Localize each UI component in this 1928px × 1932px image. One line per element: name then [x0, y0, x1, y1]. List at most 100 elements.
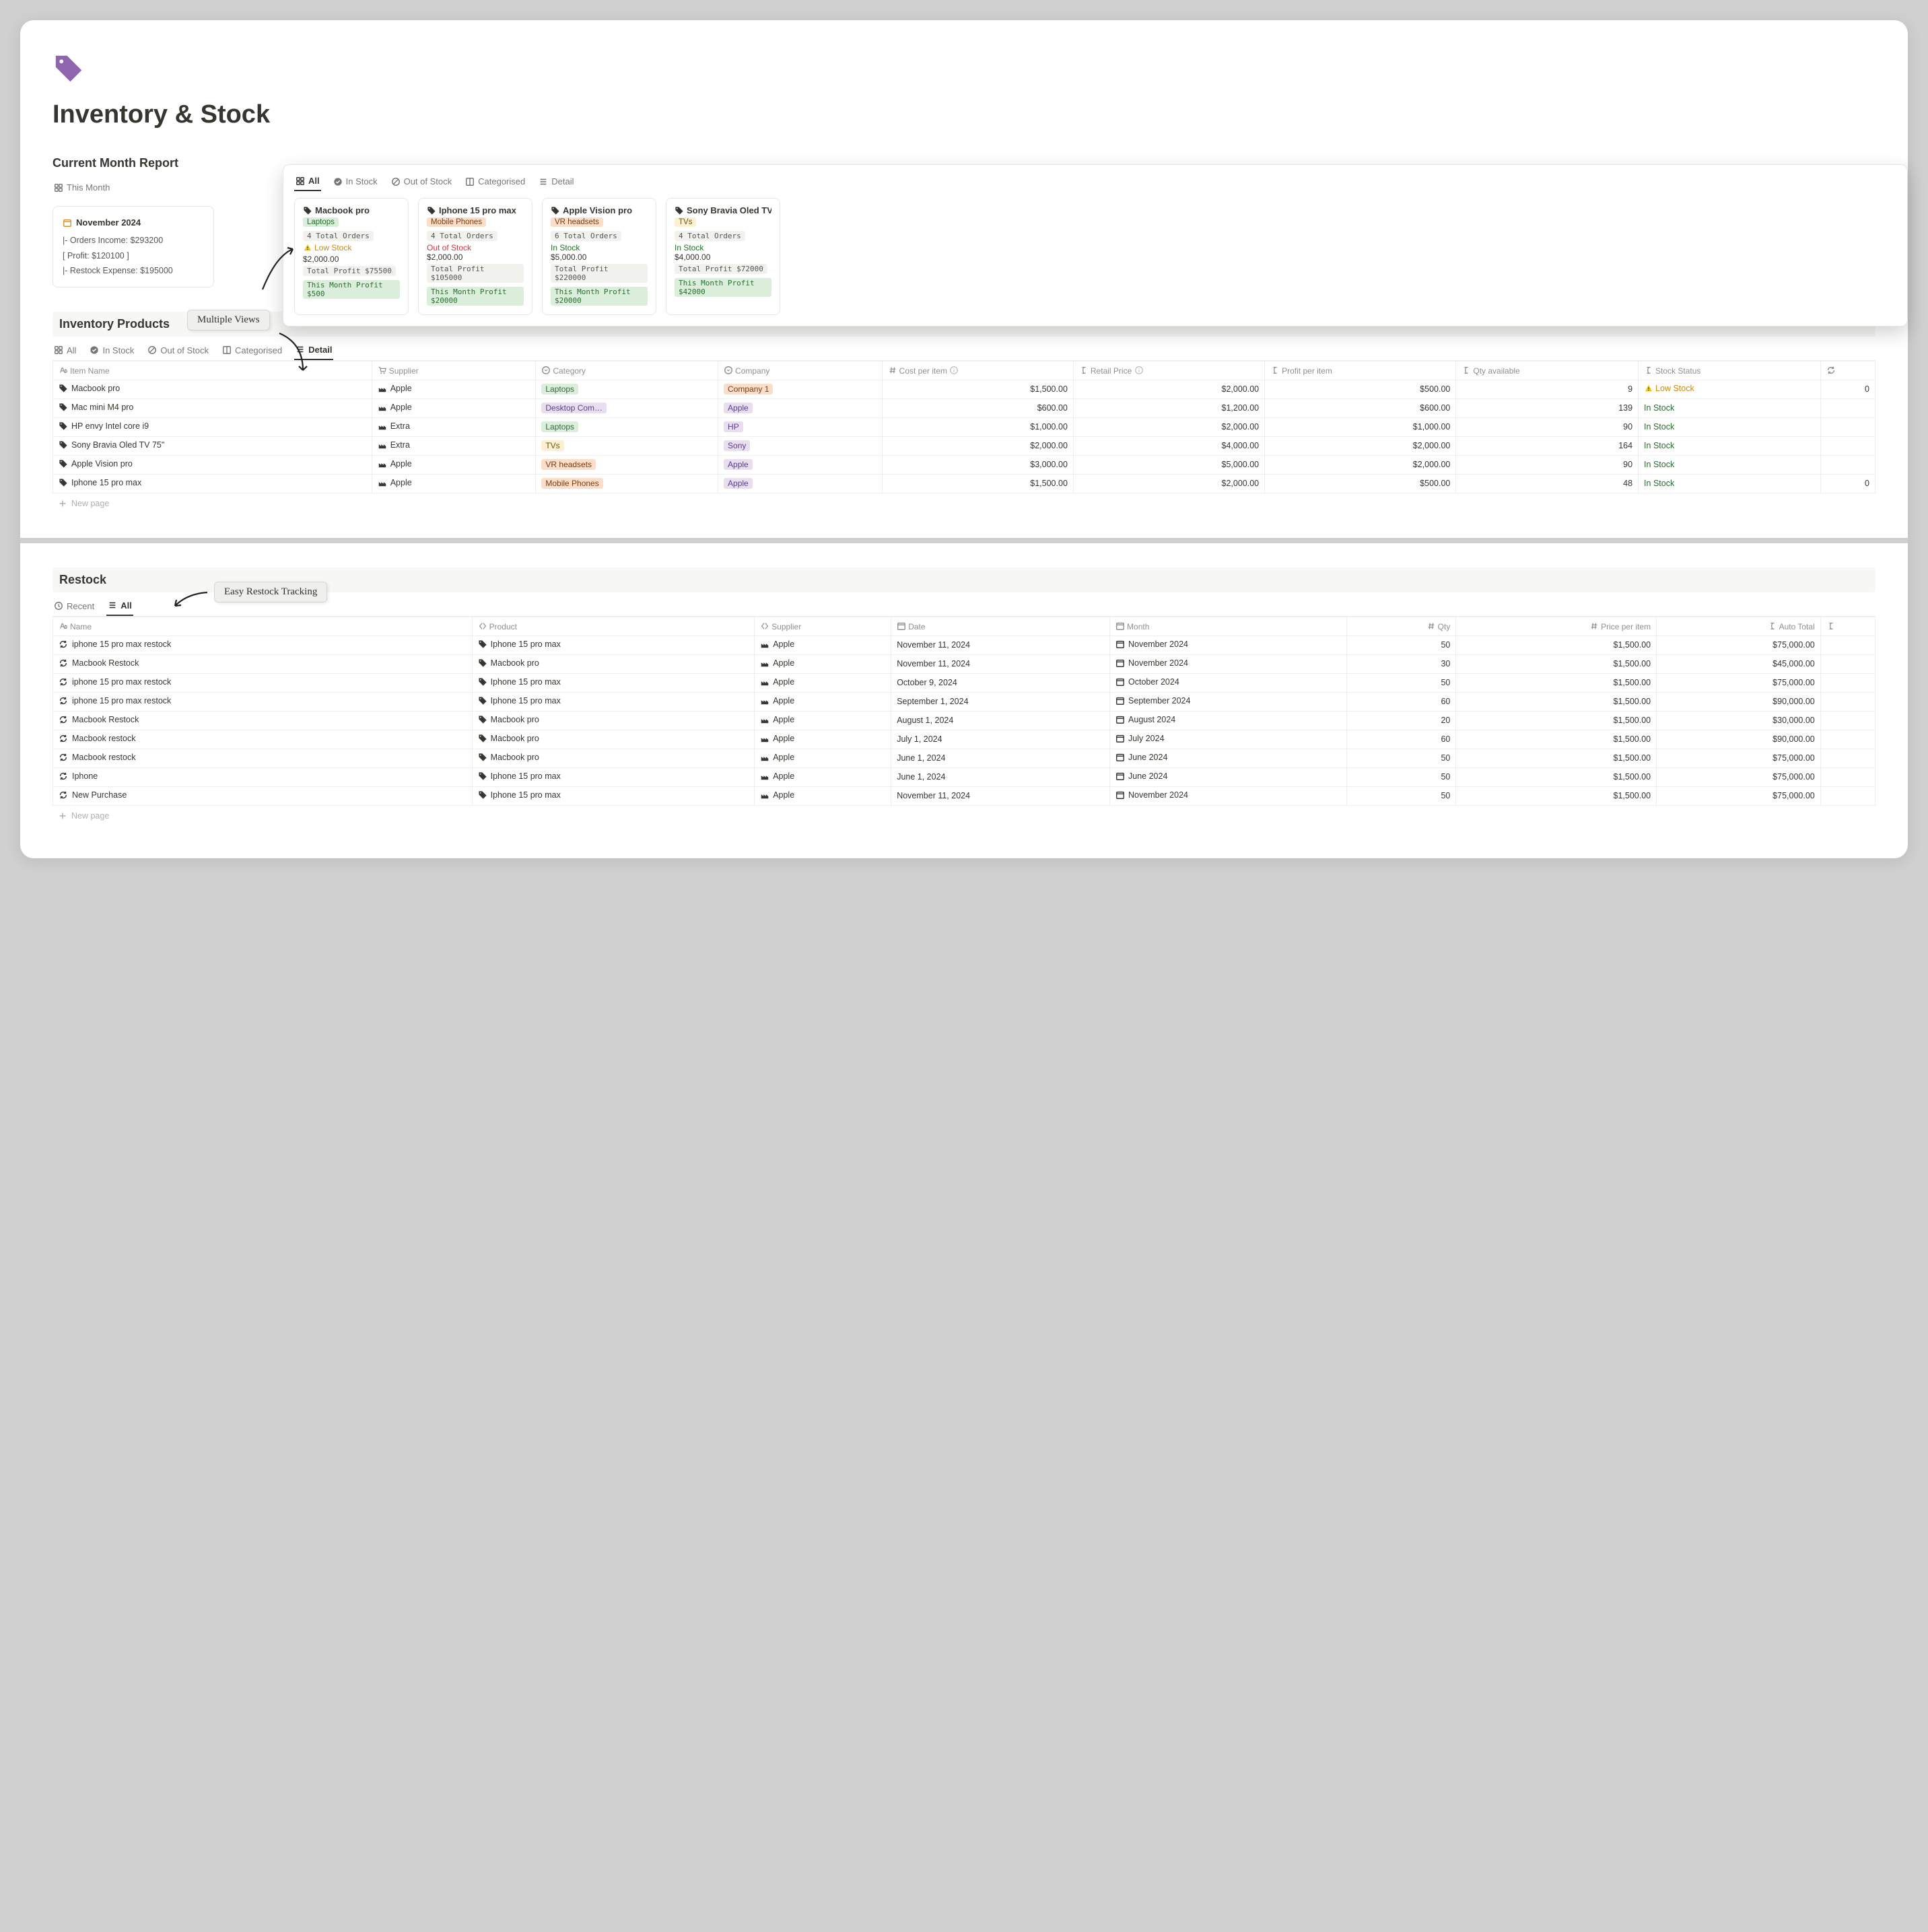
company-cell[interactable]: Company 1 [724, 384, 773, 394]
retail-cell[interactable]: $2,000.00 [1073, 417, 1264, 436]
qty-cell[interactable]: 9 [1456, 380, 1639, 399]
overlay-tab-in-stock[interactable]: In Stock [332, 172, 379, 191]
restock-name-cell[interactable]: Macbook Restock [59, 715, 139, 724]
status-cell[interactable]: Low Stock [1639, 380, 1821, 399]
profit-cell[interactable]: $1,000.00 [1265, 417, 1456, 436]
cost-cell[interactable]: $600.00 [882, 399, 1073, 417]
restock-name-cell[interactable]: Macbook Restock [59, 658, 139, 668]
supplier-cell[interactable]: Apple [760, 790, 794, 800]
supplier-cell[interactable]: Apple [760, 753, 794, 762]
price-cell[interactable]: $1,500.00 [1456, 749, 1657, 767]
overlay-tab-all[interactable]: All [294, 172, 321, 191]
product-cell[interactable]: Iphone 15 pro max [478, 771, 561, 781]
overlay-tab-detail[interactable]: Detail [537, 172, 575, 191]
extra-cell[interactable] [1820, 730, 1875, 749]
category-cell[interactable]: Laptops [541, 384, 578, 394]
table-row[interactable]: Iphone Iphone 15 pro max Apple June 1, 2… [53, 767, 1875, 786]
profit-cell[interactable]: $2,000.00 [1265, 436, 1456, 455]
date-cell[interactable]: November 11, 2024 [891, 635, 1110, 654]
restock-name-cell[interactable]: Macbook restock [59, 753, 135, 762]
qty-cell[interactable]: 90 [1456, 417, 1639, 436]
supplier-cell[interactable]: Apple [760, 771, 794, 781]
rcol-product[interactable]: Product [472, 617, 755, 635]
restock-name-cell[interactable]: New Purchase [59, 790, 127, 800]
rcol-price[interactable]: Price per item [1456, 617, 1657, 635]
cost-cell[interactable]: $1,000.00 [882, 417, 1073, 436]
month-cell[interactable]: July 2024 [1115, 734, 1165, 743]
extra-cell[interactable]: 0 [1820, 380, 1875, 399]
product-cell[interactable]: Iphone 15 pro max [478, 696, 561, 705]
date-cell[interactable]: October 9, 2024 [891, 673, 1110, 692]
restock-name-cell[interactable]: iphone 15 pro max restock [59, 640, 171, 649]
month-cell[interactable]: November 2024 [1115, 790, 1188, 800]
supplier-cell[interactable]: Apple [760, 677, 794, 687]
inv-tab-out[interactable]: Out of Stock [146, 341, 210, 359]
extra-cell[interactable] [1820, 749, 1875, 767]
category-cell[interactable]: Laptops [541, 421, 578, 432]
total-cell[interactable]: $75,000.00 [1657, 635, 1821, 654]
table-row[interactable]: iphone 15 pro max restock Iphone 15 pro … [53, 673, 1875, 692]
company-cell[interactable]: Apple [724, 478, 753, 489]
date-cell[interactable]: June 1, 2024 [891, 767, 1110, 786]
extra-cell[interactable] [1820, 673, 1875, 692]
col-company[interactable]: Company [718, 361, 883, 380]
product-cell[interactable]: Iphone 15 pro max [478, 790, 561, 800]
col-supplier[interactable]: Supplier [372, 361, 536, 380]
profit-cell[interactable]: $500.00 [1265, 474, 1456, 493]
product-cell[interactable]: Macbook pro [478, 658, 539, 668]
item-name-cell[interactable]: Mac mini M4 pro [59, 403, 133, 412]
date-cell[interactable]: November 11, 2024 [891, 654, 1110, 673]
supplier-cell[interactable]: Extra [378, 421, 410, 431]
retail-cell[interactable]: $1,200.00 [1073, 399, 1264, 417]
date-cell[interactable]: September 1, 2024 [891, 692, 1110, 711]
company-cell[interactable]: HP [724, 421, 743, 432]
supplier-cell[interactable]: Apple [760, 734, 794, 743]
product-cell[interactable]: Macbook pro [478, 734, 539, 743]
price-cell[interactable]: $1,500.00 [1456, 786, 1657, 805]
profit-cell[interactable]: $500.00 [1265, 380, 1456, 399]
total-cell[interactable]: $90,000.00 [1657, 692, 1821, 711]
extra-cell[interactable] [1820, 654, 1875, 673]
inv-tab-detail[interactable]: Detail [294, 341, 333, 360]
status-cell[interactable]: In Stock [1639, 436, 1821, 455]
supplier-cell[interactable]: Apple [378, 459, 412, 469]
item-name-cell[interactable]: Iphone 15 pro max [59, 478, 141, 487]
date-cell[interactable]: November 11, 2024 [891, 786, 1110, 805]
cost-cell[interactable]: $1,500.00 [882, 380, 1073, 399]
extra-cell[interactable]: 0 [1820, 474, 1875, 493]
rcol-extra[interactable] [1820, 617, 1875, 635]
date-cell[interactable]: August 1, 2024 [891, 711, 1110, 730]
table-row[interactable]: Macbook restock Macbook pro Apple June 1… [53, 749, 1875, 767]
qty-cell[interactable]: 164 [1456, 436, 1639, 455]
restock-tab-recent[interactable]: Recent [53, 597, 96, 615]
extra-cell[interactable] [1820, 711, 1875, 730]
cost-cell[interactable]: $2,000.00 [882, 436, 1073, 455]
rcol-total[interactable]: Auto Total [1657, 617, 1821, 635]
col-item-name[interactable]: Item Name [53, 361, 372, 380]
qty-cell[interactable]: 50 [1346, 749, 1455, 767]
table-row[interactable]: New Purchase Iphone 15 pro max Apple Nov… [53, 786, 1875, 805]
extra-cell[interactable] [1820, 786, 1875, 805]
price-cell[interactable]: $1,500.00 [1456, 692, 1657, 711]
total-cell[interactable]: $75,000.00 [1657, 673, 1821, 692]
rcol-month[interactable]: Month [1110, 617, 1347, 635]
date-cell[interactable]: June 1, 2024 [891, 749, 1110, 767]
rcol-supplier[interactable]: Supplier [755, 617, 891, 635]
item-name-cell[interactable]: Macbook pro [59, 384, 120, 393]
inv-tab-in[interactable]: In Stock [88, 341, 135, 359]
qty-cell[interactable]: 30 [1346, 654, 1455, 673]
month-cell[interactable]: October 2024 [1115, 677, 1179, 687]
table-row[interactable]: Apple Vision pro Apple VR headsets Apple… [53, 455, 1875, 474]
restock-name-cell[interactable]: iphone 15 pro max restock [59, 677, 171, 687]
price-cell[interactable]: $1,500.00 [1456, 635, 1657, 654]
supplier-cell[interactable]: Apple [760, 696, 794, 705]
qty-cell[interactable]: 50 [1346, 673, 1455, 692]
qty-cell[interactable]: 90 [1456, 455, 1639, 474]
total-cell[interactable]: $30,000.00 [1657, 711, 1821, 730]
status-cell[interactable]: In Stock [1639, 455, 1821, 474]
qty-cell[interactable]: 139 [1456, 399, 1639, 417]
total-cell[interactable]: $90,000.00 [1657, 730, 1821, 749]
category-cell[interactable]: VR headsets [541, 459, 596, 470]
product-cell[interactable]: Macbook pro [478, 753, 539, 762]
profit-cell[interactable]: $2,000.00 [1265, 455, 1456, 474]
